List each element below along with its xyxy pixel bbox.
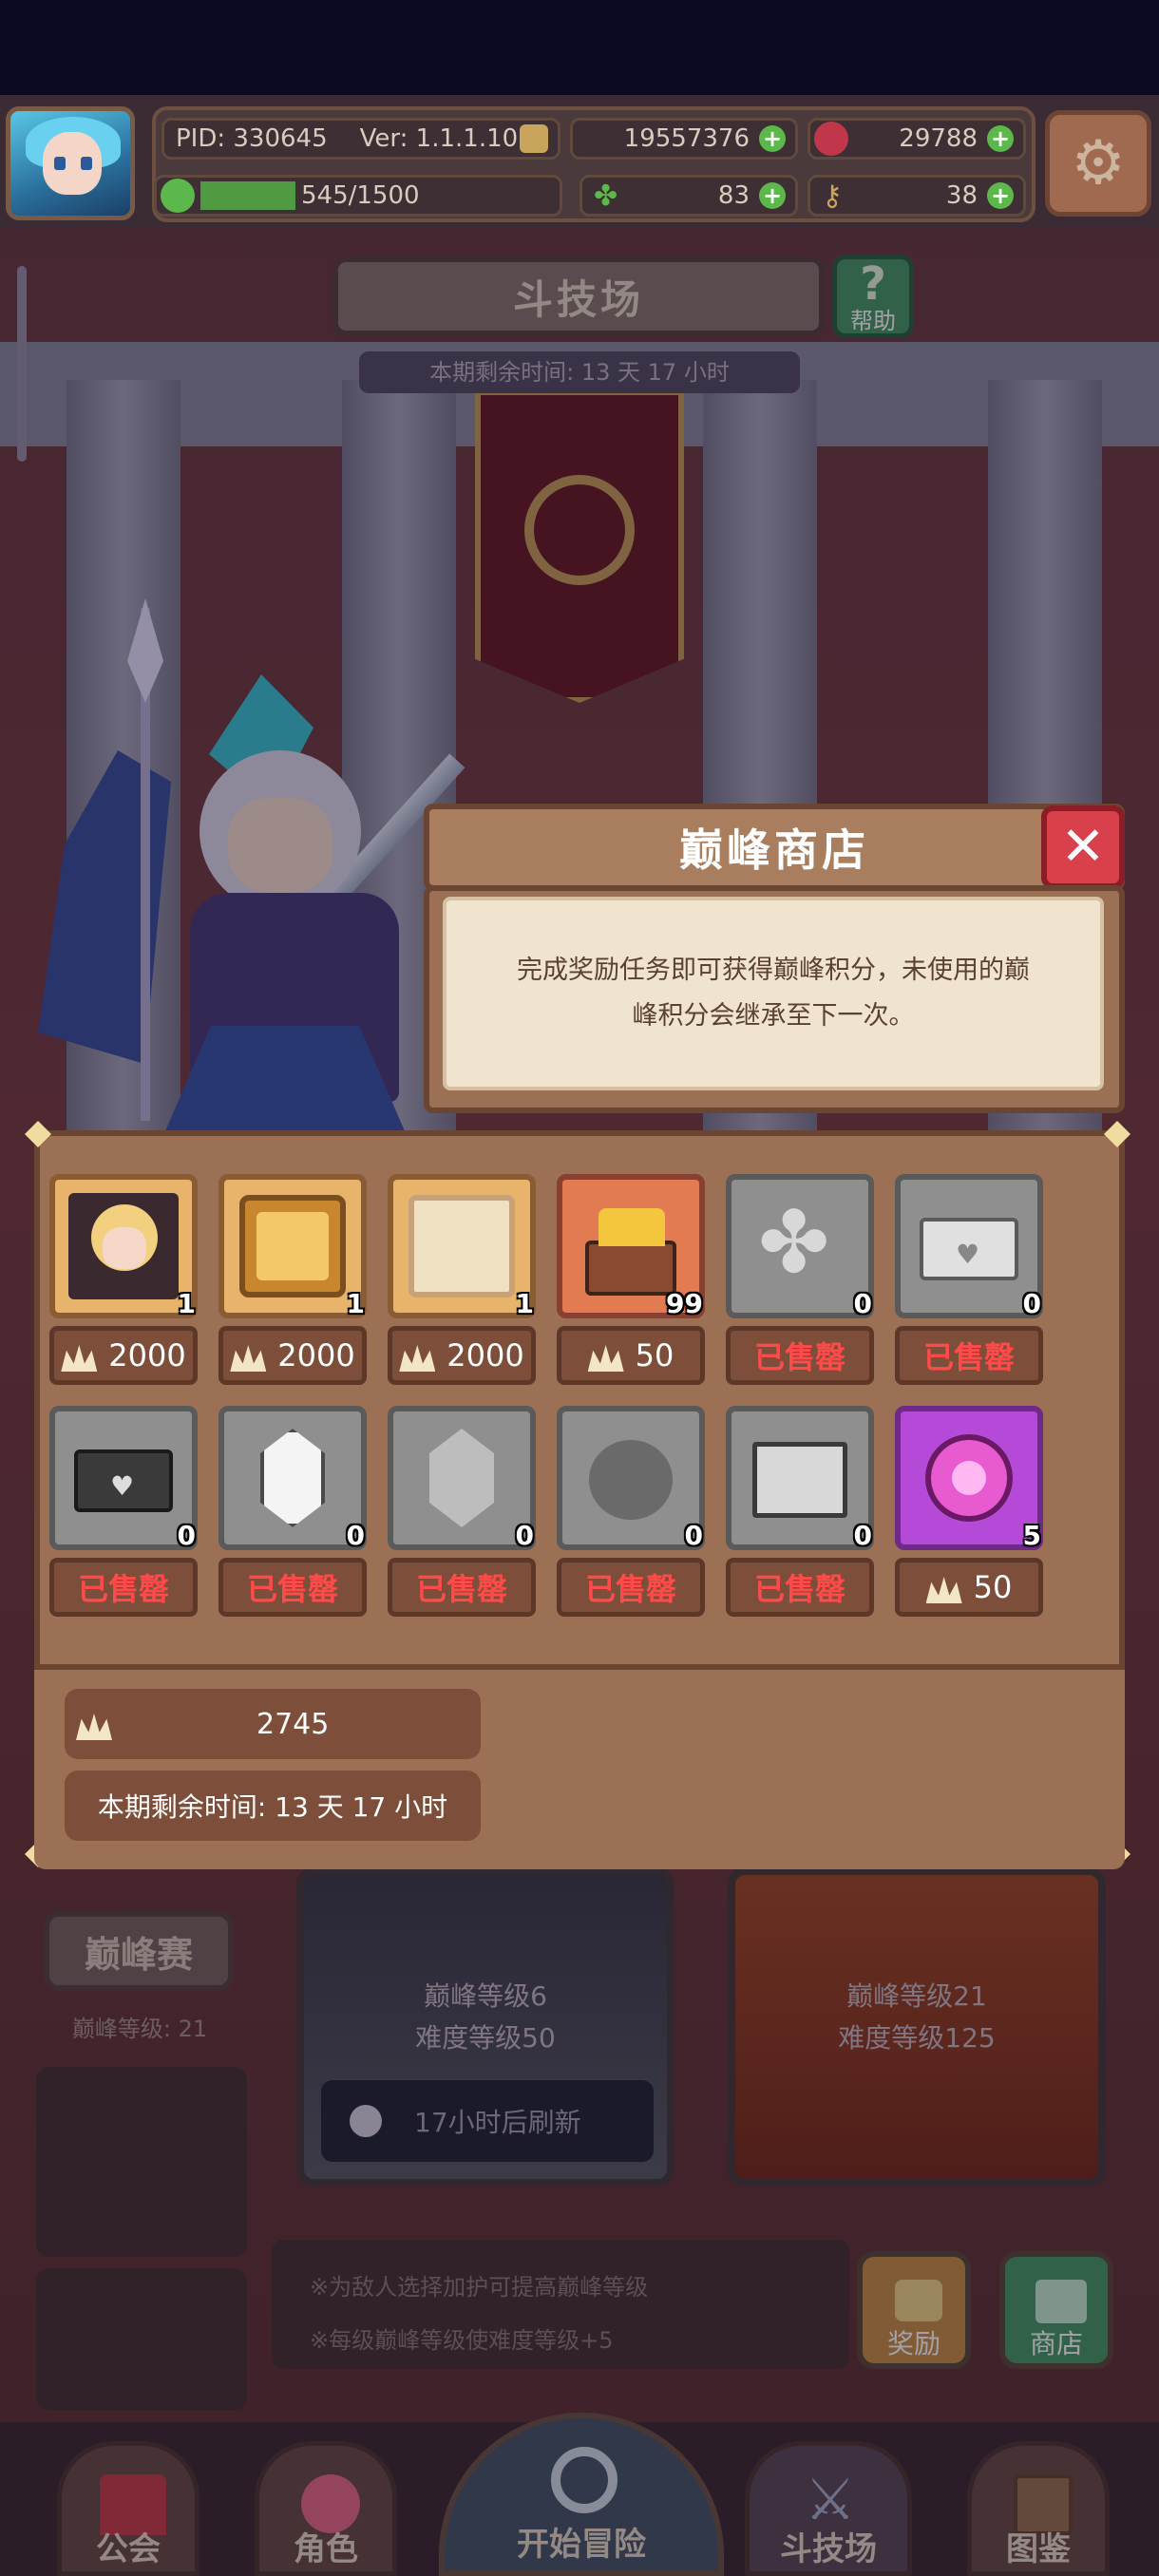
key-value: 38 [945,181,978,210]
gear-icon: ⚙ [1071,128,1126,199]
peak-point-icon [76,1708,112,1740]
peak-points-pill: 2745 [65,1689,481,1759]
sold-out-label: 已售罄 [726,1558,874,1617]
shop-item-slot[interactable]: 1 [49,1174,198,1319]
shop-item-slot[interactable]: 5 [895,1406,1043,1551]
add-gem-icon[interactable]: + [987,125,1014,152]
pid-label: PID: 330645 [176,124,328,153]
item-price: 2000 [108,1337,186,1373]
add-key-icon[interactable]: + [987,182,1014,209]
peak-point-icon [588,1339,624,1372]
stamina-value: 545/1500 [301,181,420,210]
sold-out-label: 已售罄 [388,1558,536,1617]
item-price: 2000 [446,1337,524,1373]
settings-button[interactable]: ⚙ [1045,110,1151,217]
shop-description: 完成奖励任务即可获得巅峰积分，未使用的巅峰积分会继承至下一次。 [517,956,1030,1031]
version-label: Ver: 1.1.1.10 [359,124,519,153]
item-quantity: 0 [177,1520,196,1551]
shop-title: 巅峰商店 [679,824,869,876]
price-button[interactable]: 2000 [218,1326,367,1385]
peak-point-icon [230,1339,266,1372]
gold-value: 19557376 [623,124,750,153]
stamina-icon [161,179,195,213]
item-quantity: 0 [1022,1288,1041,1319]
key-icon: ⚷ [822,179,843,213]
key-pill: ⚷ 38 + [808,175,1026,217]
gem-value: 29788 [899,124,978,153]
sold-out-label: 已售罄 [895,1326,1043,1385]
clover-icon: ✤ [594,179,618,213]
shop-header: 巅峰商店 [424,804,1125,891]
price-button[interactable]: 50 [557,1326,705,1385]
stamina-bar [200,181,295,210]
clover-pill: ✤ 83 + [580,175,798,217]
player-avatar[interactable] [6,106,135,220]
item-price: 2000 [277,1337,355,1373]
shop-item-slot: 0 [557,1406,705,1551]
shop-item-slot[interactable]: 1 [218,1174,367,1319]
shop-item-slot: ♥ 0 [49,1406,198,1551]
shop-item-slot: ✤ 0 [726,1174,874,1319]
peak-point-icon [61,1339,97,1372]
item-quantity: 1 [515,1288,534,1319]
gold-coin-icon [520,124,548,153]
shop-item-slot: ♥ 0 [895,1174,1043,1319]
item-quantity: 99 [666,1288,703,1319]
peak-point-icon [399,1339,435,1372]
shop-description-panel: 完成奖励任务即可获得巅峰积分，未使用的巅峰积分会继承至下一次。 [443,897,1104,1090]
clover-value: 83 [717,181,750,210]
item-quantity: 1 [177,1288,196,1319]
item-quantity: 5 [1022,1520,1041,1551]
price-button[interactable]: 2000 [388,1326,536,1385]
gold-pill: 19557376 + [570,118,798,160]
item-quantity: 1 [346,1288,365,1319]
item-price: 50 [973,1569,1013,1605]
peak-point-icon [926,1571,962,1603]
sold-out-label: 已售罄 [218,1558,367,1617]
item-quantity: 0 [684,1520,703,1551]
add-gold-icon[interactable]: + [759,125,786,152]
item-price: 50 [635,1337,674,1373]
stamina-pill: 545/1500 [154,175,562,217]
price-button[interactable]: 50 [895,1558,1043,1617]
shop-item-slot[interactable]: 1 [388,1174,536,1319]
close-button[interactable]: ✕ [1041,805,1125,889]
sold-out-label: 已售罄 [557,1558,705,1617]
item-quantity: 0 [853,1520,872,1551]
price-button[interactable]: 2000 [49,1326,198,1385]
sold-out-label: 已售罄 [726,1326,874,1385]
peak-points-value: 2745 [256,1707,330,1741]
shop-item-slot: 0 [218,1406,367,1551]
item-quantity: 0 [346,1520,365,1551]
item-quantity: 0 [515,1520,534,1551]
ruby-icon [814,122,848,156]
gem-pill: 29788 + [808,118,1026,160]
shop-timer-pill: 本期剩余时间: 13 天 17 小时 [65,1771,481,1841]
close-icon: ✕ [1060,816,1106,878]
shop-item-slot: 0 [726,1406,874,1551]
shop-timer: 本期剩余时间: 13 天 17 小时 [97,1791,448,1823]
sold-out-label: 已售罄 [49,1558,198,1617]
add-clover-icon[interactable]: + [759,182,786,209]
pid-version-pill: PID: 330645 Ver: 1.1.1.10 [162,118,560,160]
item-quantity: 0 [853,1288,872,1319]
shop-item-slot[interactable]: 99 [557,1174,705,1319]
shop-item-slot: 0 [388,1406,536,1551]
